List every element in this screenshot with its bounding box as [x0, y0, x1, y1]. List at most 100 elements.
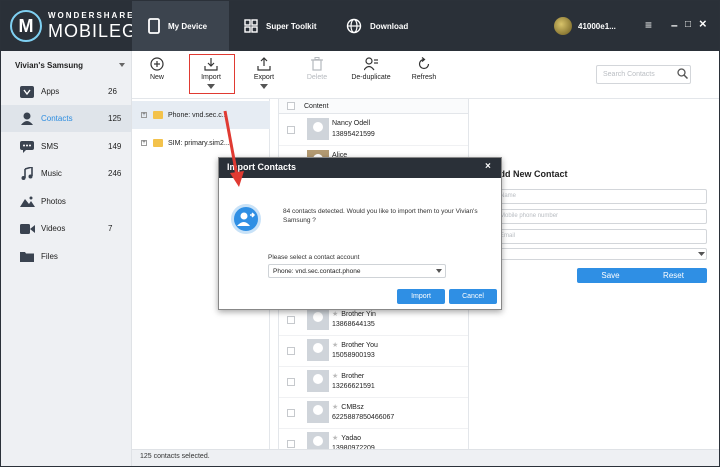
row-checkbox[interactable] — [287, 347, 295, 355]
email-field[interactable]: Email — [493, 229, 707, 244]
close-button[interactable]: × — [699, 16, 707, 31]
tree-item-label: Phone: vnd.sec.c... — [168, 111, 228, 119]
minimize-button[interactable]: – — [671, 18, 678, 32]
avatar — [554, 17, 572, 35]
row-checkbox[interactable] — [287, 316, 295, 324]
folder-icon — [153, 111, 163, 119]
sidebar-item-label: Videos — [41, 224, 66, 233]
videos-icon — [19, 222, 35, 236]
sidebar-item-videos[interactable]: Videos 7 — [1, 215, 131, 242]
list-header: Content — [279, 99, 468, 114]
maximize-button[interactable]: □ — [685, 19, 691, 30]
star-icon[interactable]: ★ — [332, 342, 338, 349]
sidebar-item-label: Apps — [41, 87, 60, 96]
export-button[interactable]: Export — [239, 55, 289, 92]
photos-icon — [19, 195, 35, 209]
device-name[interactable]: Vivian's Samsung — [15, 61, 83, 70]
sidebar-item-count: 7 — [108, 224, 113, 233]
menu-icon[interactable]: ≡ — [645, 18, 652, 32]
sidebar-item-sms[interactable]: SMS 149 — [1, 133, 131, 160]
contact-avatar — [307, 432, 329, 449]
sidebar-item-count: 246 — [108, 169, 122, 178]
chevron-down-icon[interactable] — [260, 84, 268, 89]
delete-button[interactable]: Delete — [292, 55, 342, 81]
contact-avatar — [307, 118, 329, 140]
expand-icon[interactable]: + — [141, 140, 147, 146]
sidebar-item-label: Files — [41, 252, 58, 261]
contact-number: 15058900193 — [332, 352, 375, 359]
sidebar-item-apps[interactable]: Apps 26 — [1, 78, 131, 105]
account-menu[interactable]: 41000e1... — [554, 17, 616, 35]
export-label: Export — [253, 74, 275, 81]
list-item[interactable]: ★ CMBsz 6225887850466067 — [279, 398, 468, 429]
import-confirm-button[interactable]: Import — [397, 289, 445, 304]
star-icon[interactable]: ★ — [332, 404, 338, 411]
deduplicate-button[interactable]: De-duplicate — [346, 55, 396, 81]
import-contact-icon — [231, 204, 261, 234]
sidebar-item-files[interactable]: Files — [1, 243, 131, 270]
folder-icon — [153, 139, 163, 147]
tree-item-phone[interactable]: + Phone: vnd.sec.c... — [132, 101, 270, 129]
cancel-button[interactable]: Cancel — [449, 289, 497, 304]
star-icon[interactable]: ★ — [332, 435, 338, 442]
star-icon[interactable]: ★ — [332, 373, 338, 380]
contact-name: Brother You — [341, 342, 378, 349]
list-item[interactable]: ★ Brother 13266621591 — [279, 367, 468, 398]
row-checkbox[interactable] — [287, 440, 295, 448]
star-icon[interactable]: ★ — [332, 311, 338, 318]
chevron-down-icon[interactable] — [698, 252, 705, 256]
account-name: 41000e1... — [578, 21, 616, 31]
tab-download[interactable]: Download — [346, 1, 426, 51]
contact-name: Nancy Odell — [332, 120, 371, 127]
account-select[interactable] — [493, 248, 707, 260]
files-icon — [19, 250, 35, 264]
row-checkbox[interactable] — [287, 409, 295, 417]
new-button[interactable]: New — [132, 55, 182, 81]
reset-button[interactable]: Reset — [640, 268, 707, 283]
list-header-label: Content — [304, 103, 329, 110]
row-checkbox[interactable] — [287, 126, 295, 134]
contact-name: Brother Yin — [341, 311, 376, 318]
save-button[interactable]: Save — [577, 268, 644, 283]
sidebar-item-music[interactable]: Music 246 — [1, 160, 131, 187]
sidebar-item-label: Photos — [41, 197, 66, 206]
top-bar: M WONDERSHARE MOBILEGO My Device Super T… — [1, 1, 719, 51]
row-checkbox[interactable] — [287, 378, 295, 386]
select-all-checkbox[interactable] — [287, 102, 295, 110]
tab-super-toolkit[interactable]: Super Toolkit — [244, 1, 334, 51]
sidebar-item-count: 125 — [108, 114, 122, 123]
search-icon[interactable] — [677, 68, 688, 79]
new-contact-title: Add New Contact — [493, 169, 568, 179]
new-contact-panel: Add New Contact Name Mobile phone number… — [470, 99, 719, 449]
chevron-down-icon[interactable] — [436, 269, 442, 273]
refresh-icon — [418, 57, 430, 70]
dialog-close-button[interactable]: × — [485, 161, 491, 172]
sidebar-item-count: 149 — [108, 142, 122, 151]
expand-icon[interactable]: + — [141, 112, 147, 118]
contact-number: 13895421599 — [332, 131, 375, 138]
app-window: M WONDERSHARE MOBILEGO My Device Super T… — [0, 0, 720, 467]
contact-avatar — [307, 339, 329, 361]
name-field[interactable]: Name — [493, 189, 707, 204]
sidebar-item-label: Contacts — [41, 114, 73, 123]
contact-number: 6225887850466067 — [332, 414, 395, 421]
logo: M WONDERSHARE MOBILEGO — [10, 10, 152, 42]
tab-my-device[interactable]: My Device — [132, 1, 229, 51]
contact-account-select[interactable]: Phone: vnd.sec.contact.phone — [268, 264, 446, 278]
refresh-button[interactable]: Refresh — [399, 55, 449, 81]
list-item[interactable]: Nancy Odell 13895421599 — [279, 115, 468, 146]
list-item[interactable]: ★ Yadao 13980972209 — [279, 429, 468, 449]
import-highlight-box — [189, 54, 235, 94]
sidebar-item-photos[interactable]: Photos — [1, 188, 131, 215]
phone-field[interactable]: Mobile phone number — [493, 209, 707, 224]
tab-download-label: Download — [370, 21, 409, 31]
tree-item-sim[interactable]: + SIM: primary.sim2... — [132, 129, 270, 157]
chevron-down-icon[interactable] — [119, 63, 125, 67]
grid-icon — [244, 19, 258, 33]
refresh-label: Refresh — [411, 74, 437, 81]
contact-avatar — [307, 370, 329, 392]
list-item[interactable]: ★ Brother You 15058900193 — [279, 336, 468, 367]
contact-name: Brother — [341, 373, 365, 380]
sidebar-item-contacts[interactable]: Contacts 125 — [1, 105, 131, 132]
sms-icon — [19, 140, 35, 154]
